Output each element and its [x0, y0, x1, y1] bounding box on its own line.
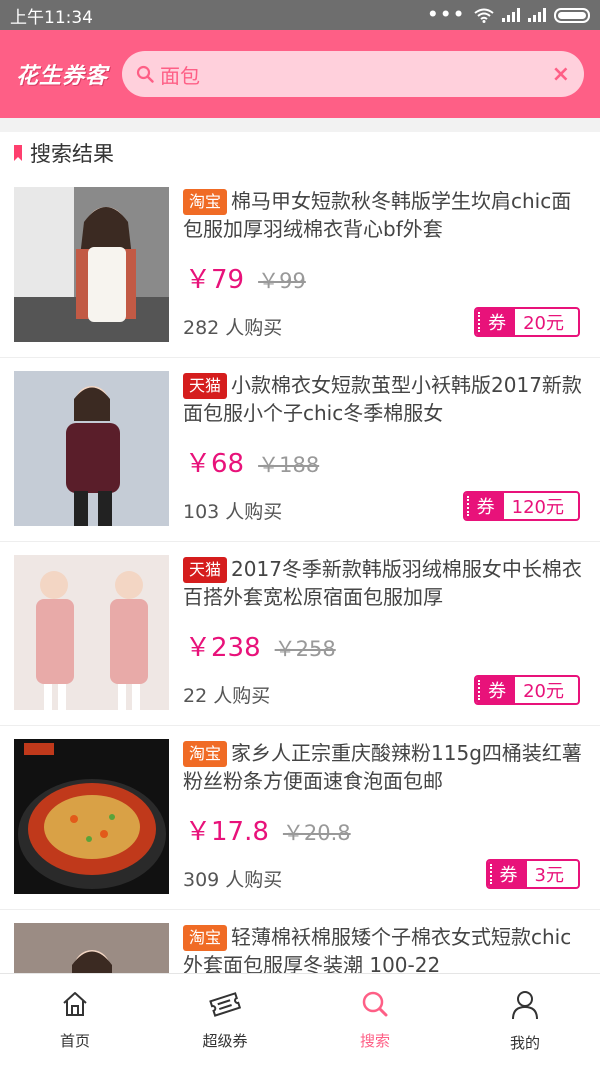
coupon-button[interactable]: 券 20元: [474, 675, 580, 705]
product-item[interactable]: 天猫 小款棉衣女短款茧型小袄韩版2017新款面包服小个子chic冬季棉服女 ￥68…: [0, 358, 600, 542]
coupon-value: 3元: [534, 865, 564, 886]
search-bar[interactable]: ×: [122, 51, 584, 97]
product-price: ￥238: [185, 633, 261, 663]
product-title[interactable]: 天猫 2017冬季新款韩版羽绒棉服女中长棉衣百搭外套宽松原宿面包服加厚: [183, 555, 586, 611]
divider-gap: [0, 118, 600, 132]
original-price: ￥20.8: [282, 821, 351, 845]
status-icons: •••: [427, 5, 590, 25]
coupon-label: 券: [464, 493, 504, 519]
search-icon: [362, 991, 388, 1017]
sold-count: 282 人购买: [183, 317, 283, 339]
header: 花生券客 ×: [0, 30, 600, 118]
coupon-button[interactable]: 券 3元: [485, 859, 580, 889]
tab-search[interactable]: 搜索: [300, 974, 450, 1067]
clear-icon[interactable]: ×: [552, 62, 570, 87]
product-price: ￥79: [185, 265, 245, 295]
status-time: 上午11:34: [10, 7, 93, 28]
bookmark-icon: [14, 145, 22, 161]
product-item[interactable]: 淘宝 轻薄棉袄棉服矮个子棉衣女式短款chic外套面包服厚冬装潮 100-22: [0, 910, 600, 973]
section-title-text: 搜索结果: [30, 142, 114, 166]
product-title[interactable]: 淘宝 棉马甲女短款秋冬韩版学生坎肩chic面包服加厚羽绒棉衣背心bf外套: [183, 187, 586, 243]
sold-count: 309 人购买: [183, 869, 283, 891]
product-image[interactable]: [14, 371, 169, 526]
wifi-icon: [474, 8, 494, 23]
coupon-button[interactable]: 券 120元: [462, 491, 580, 521]
product-item[interactable]: 淘宝 家乡人正宗重庆酸辣粉115g四桶装红薯粉丝粉条方便面速食泡面包邮 ￥17.8…: [0, 726, 600, 910]
tab-label: 搜索: [359, 1032, 390, 1050]
search-icon: [136, 65, 154, 83]
signal-icon: [502, 8, 520, 22]
product-title[interactable]: 天猫 小款棉衣女短款茧型小袄韩版2017新款面包服小个子chic冬季棉服女: [183, 371, 586, 427]
original-price: ￥99: [258, 269, 306, 293]
status-bar: 上午11:34 •••: [0, 0, 600, 30]
coupon-button[interactable]: 券 20元: [474, 307, 580, 337]
platform-badge: 天猫: [183, 373, 228, 399]
product-image[interactable]: [14, 187, 169, 342]
tab-label: 首页: [59, 1032, 90, 1050]
more-dots-icon: •••: [427, 5, 466, 25]
coupon-label: 券: [476, 309, 516, 335]
bottom-tab-bar: 首页 超级券 搜索 我的: [0, 973, 600, 1067]
brand-logo: 花生券客: [16, 64, 109, 89]
battery-icon: [554, 7, 590, 23]
product-item[interactable]: 天猫 2017冬季新款韩版羽绒棉服女中长棉衣百搭外套宽松原宿面包服加厚 ￥238 …: [0, 542, 600, 726]
platform-badge: 淘宝: [183, 925, 228, 951]
coupon-value: 20元: [523, 681, 564, 702]
product-price: ￥68: [185, 449, 245, 479]
tab-super-coupon[interactable]: 超级券: [150, 974, 300, 1067]
platform-badge: 淘宝: [183, 189, 228, 215]
product-list[interactable]: 淘宝 棉马甲女短款秋冬韩版学生坎肩chic面包服加厚羽绒棉衣背心bf外套 ￥79 …: [0, 174, 600, 973]
home-icon: [63, 992, 87, 1016]
signal-icon-2: [528, 8, 546, 22]
product-title[interactable]: 淘宝 轻薄棉袄棉服矮个子棉衣女式短款chic外套面包服厚冬装潮 100-22: [183, 923, 586, 973]
product-image[interactable]: [14, 739, 169, 894]
product-title[interactable]: 淘宝 家乡人正宗重庆酸辣粉115g四桶装红薯粉丝粉条方便面速食泡面包邮: [183, 739, 586, 795]
coupon-label: 券: [487, 861, 527, 887]
platform-badge: 淘宝: [183, 741, 228, 767]
tab-label: 超级券: [202, 1032, 248, 1050]
tab-mine[interactable]: 我的: [450, 974, 600, 1067]
search-input[interactable]: [160, 62, 552, 86]
coupon-label: 券: [476, 677, 516, 703]
ticket-icon: [209, 992, 241, 1017]
tab-label: 我的: [509, 1034, 540, 1052]
sold-count: 103 人购买: [183, 501, 283, 523]
product-image[interactable]: [14, 555, 169, 710]
original-price: ￥258: [274, 637, 336, 661]
tab-home[interactable]: 首页: [0, 974, 150, 1067]
product-item[interactable]: 淘宝 棉马甲女短款秋冬韩版学生坎肩chic面包服加厚羽绒棉衣背心bf外套 ￥79 …: [0, 174, 600, 358]
user-icon: [512, 991, 538, 1020]
product-price: ￥17.8: [185, 817, 269, 847]
platform-badge: 天猫: [183, 557, 228, 583]
section-title: 搜索结果: [0, 132, 600, 174]
product-image[interactable]: [14, 923, 169, 973]
original-price: ￥188: [258, 453, 320, 477]
sold-count: 22 人购买: [183, 685, 271, 707]
coupon-value: 120元: [511, 497, 564, 518]
coupon-value: 20元: [523, 313, 564, 334]
